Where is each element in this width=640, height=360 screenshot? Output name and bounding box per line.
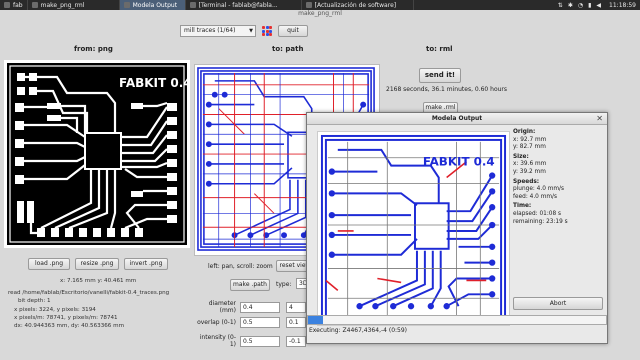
- to-path-title: to: path: [272, 45, 304, 53]
- upload-icon[interactable]: ⇅: [558, 2, 563, 9]
- status-text: Executing: Z4467,4364,-4 (0:59): [309, 327, 408, 334]
- diameter-field-2[interactable]: 4: [286, 301, 306, 313]
- dimensions: dx: 40.944363 mm, dy: 40.563366 mm: [14, 323, 125, 330]
- milling-path-image: FABKIT 0.4: [318, 132, 509, 325]
- origin-heading: Origin:: [513, 129, 536, 135]
- feed-speed: feed: 4.0 mm/s: [513, 193, 557, 200]
- progress-bar: [307, 315, 607, 325]
- bluetooth-icon[interactable]: ✱: [568, 2, 573, 9]
- system-tray: ⇅ ✱ ◔ ▮ ◀ 11:18:59: [558, 2, 640, 9]
- overlap-field-2[interactable]: 0.1: [286, 317, 306, 328]
- origin-x: x: 92.7 mm: [513, 136, 547, 143]
- diameter-row: diameter (mm) 0.4 4: [194, 300, 306, 314]
- intensity-row: intensity (0-1) 0.5 -0.1: [194, 334, 306, 348]
- cursor-position: x: 7.165 mm y: 40.461 mm: [60, 278, 137, 284]
- clock: 11:18:59: [609, 1, 636, 9]
- intensity-label: intensity (0-1): [199, 334, 236, 348]
- elapsed-time: elapsed: 01:08 s: [513, 210, 562, 217]
- taskbar-task-modela-output[interactable]: Modela Output: [119, 0, 186, 10]
- job-info-panel: Origin: x: 92.7 mm y: 82.7 mm Size: x: 3…: [513, 127, 568, 226]
- board-label: FABKIT 0.4: [119, 76, 187, 90]
- modela-output-dialog: Modela Output ✕ FABKIT 0.4 Origin: x: 92…: [306, 112, 608, 344]
- top-controls: mill traces (1/64) ▼ quit: [180, 25, 308, 37]
- invert-png-button[interactable]: invert .png: [124, 258, 168, 270]
- update-icon: [305, 2, 312, 8]
- color-grid-icon[interactable]: [262, 26, 272, 36]
- load-png-button[interactable]: load .png: [28, 258, 70, 270]
- dialog-board-label: FABKIT 0.4: [423, 155, 495, 169]
- size-heading: Size:: [513, 153, 529, 160]
- png-info: x: 7.165 mm y: 40.461 mm read /home/fabl…: [8, 277, 169, 330]
- window-icon: [123, 2, 130, 8]
- time-heading: Time:: [513, 203, 532, 210]
- bit-depth: bit depth: 1: [18, 298, 51, 305]
- mode-select[interactable]: mill traces (1/64) ▼: [180, 25, 256, 37]
- size-y: y: 39.2 mm: [513, 168, 546, 175]
- size-x: x: 39.6 mm: [513, 161, 547, 168]
- send-it-button[interactable]: send it!: [419, 68, 461, 83]
- pixel-count: x pixels: 3224, y pixels: 3194: [14, 306, 96, 313]
- taskbar: fab make_png_rml Modela Output [Terminal…: [0, 0, 640, 10]
- quit-button[interactable]: quit: [278, 25, 308, 37]
- battery-icon[interactable]: ▮: [588, 2, 591, 9]
- png-preview[interactable]: FABKIT 0.4: [4, 60, 190, 248]
- dialog-titlebar: Modela Output ✕: [307, 113, 607, 125]
- type-label: type:: [276, 281, 292, 288]
- progress-fill: [308, 316, 323, 324]
- remaining-time: remaining: 23:19 s: [513, 218, 568, 225]
- window-title: make_png_rml: [298, 10, 342, 17]
- overlap-field[interactable]: 0.5: [240, 317, 280, 328]
- diameter-field[interactable]: 0.4: [240, 301, 280, 313]
- to-rml-title: to: rml: [426, 45, 453, 53]
- make-path-button[interactable]: make .path: [230, 279, 270, 291]
- volume-icon[interactable]: ◀: [596, 2, 601, 9]
- taskbar-task-update[interactable]: [Actualización de software]: [302, 0, 414, 10]
- overlap-row: overlap (0-1) 0.5 0.1: [194, 317, 306, 328]
- taskbar-task-terminal[interactable]: [Terminal - fablab@fabla...: [186, 0, 302, 10]
- intensity-field[interactable]: 0.5: [240, 335, 280, 347]
- plunge-speed: plunge: 4.0 mm/s: [513, 186, 565, 193]
- speeds-heading: Speeds:: [513, 178, 540, 185]
- window-icon: [31, 2, 38, 8]
- abort-button[interactable]: Abort: [513, 297, 603, 310]
- resize-png-button[interactable]: resize .png: [75, 258, 119, 270]
- taskbar-task-fab[interactable]: fab: [0, 0, 28, 10]
- read-path: read /home/fablab/Escritorio/vanelli/fab…: [8, 290, 170, 297]
- overlap-label: overlap (0-1): [197, 319, 236, 326]
- from-png-title: from: png: [74, 45, 113, 53]
- pcb-traces-image: FABKIT 0.4: [7, 63, 187, 245]
- pixels-per-meter: x pixels/m: 78741, y pixels/m: 78741: [14, 314, 118, 321]
- job-time-stats: 2168 seconds, 36.1 minutes, 0.60 hours: [386, 86, 508, 93]
- close-icon[interactable]: ✕: [596, 113, 603, 125]
- taskbar-task-make-png-rml[interactable]: make_png_rml: [28, 0, 120, 10]
- diameter-label: diameter (mm): [208, 300, 236, 314]
- png-buttons: load .png resize .png invert .png: [28, 258, 168, 270]
- terminal-icon: [189, 2, 196, 8]
- nav-hint: left: pan, scroll: zoom: [208, 263, 273, 270]
- milling-preview: FABKIT 0.4: [317, 131, 510, 326]
- chevron-down-icon: ▼: [249, 28, 253, 34]
- origin-y: y: 82.7 mm: [513, 144, 546, 151]
- wifi-icon[interactable]: ◔: [578, 2, 583, 9]
- folder-icon: [4, 2, 10, 8]
- intensity-field-2[interactable]: -0.1: [286, 335, 306, 347]
